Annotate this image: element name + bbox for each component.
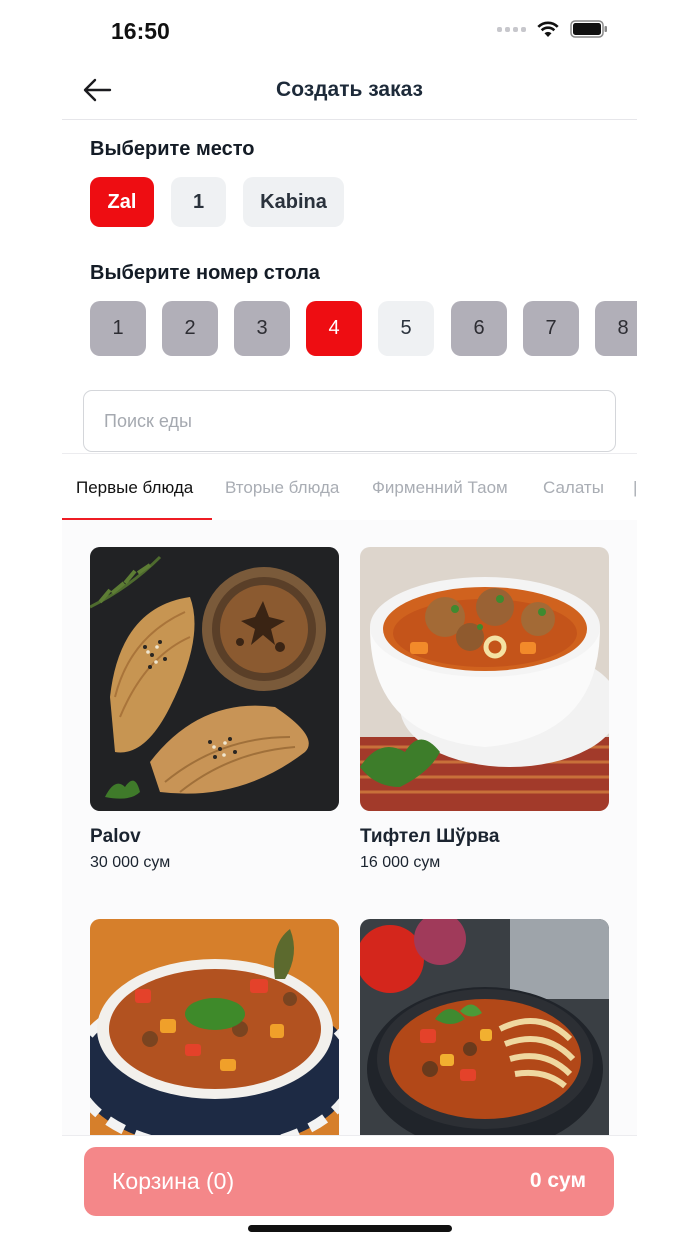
category-tabs: Первые блюда Вторые блюда Фирменний Таом…: [62, 453, 637, 520]
cart-total: 0 сум: [529, 1169, 586, 1192]
table-chip-2[interactable]: 2: [162, 301, 218, 356]
menu-grid: Palov 30 000 сум Тифтел Шўрва 16 000 сум: [62, 520, 637, 1135]
menu-item-palov-name[interactable]: Palov: [90, 826, 141, 848]
search-input[interactable]: [83, 390, 616, 452]
status-time: 16:50: [111, 18, 170, 44]
menu-item-palov-image[interactable]: [90, 547, 339, 811]
table-section-title: Выберите номер стола: [90, 262, 320, 284]
tab-signature-dish[interactable]: Фирменний Таом: [372, 454, 508, 520]
menu-item-tiftel-shurva-name[interactable]: Тифтел Шўрва: [360, 826, 499, 848]
place-chip-zal[interactable]: Zal: [90, 177, 154, 227]
menu-item-4-image[interactable]: [360, 919, 609, 1135]
tab-first-courses[interactable]: Первые блюда: [76, 454, 193, 520]
status-bar: 16:50: [0, 0, 700, 64]
table-chip-1[interactable]: 1: [90, 301, 146, 356]
battery-icon: [570, 20, 607, 38]
place-chip-kabina[interactable]: Kabina: [243, 177, 344, 227]
menu-item-3-image[interactable]: [90, 919, 339, 1135]
place-section-title: Выберите место: [90, 138, 255, 160]
home-indicator: [248, 1225, 452, 1232]
table-chip-6[interactable]: 6: [451, 301, 507, 356]
wifi-icon: [537, 21, 559, 37]
table-chip-4[interactable]: 4: [306, 301, 362, 356]
menu-item-palov-price: 30 000 сум: [90, 854, 171, 871]
page-title: Создать заказ: [276, 78, 423, 101]
tab-second-courses[interactable]: Вторые блюда: [225, 454, 339, 520]
cart-label: Корзина (0): [112, 1168, 235, 1194]
cart-button[interactable]: Корзина (0) 0 сум: [84, 1147, 614, 1216]
signal-icon: [497, 26, 526, 32]
tab-more[interactable]: |: [633, 454, 637, 520]
table-chip-5[interactable]: 5: [378, 301, 434, 356]
status-icons: [497, 20, 608, 38]
table-chip-3[interactable]: 3: [234, 301, 290, 356]
header: Создать заказ: [62, 64, 637, 120]
menu-item-tiftel-shurva-image[interactable]: [360, 547, 609, 811]
table-chip-8[interactable]: 8: [595, 301, 637, 356]
tab-salads[interactable]: Салаты: [543, 454, 604, 520]
place-chip-1[interactable]: 1: [171, 177, 226, 227]
table-number-list: 1 2 3 4 5 6 7 8: [62, 296, 637, 362]
menu-item-tiftel-shurva-price: 16 000 сум: [360, 854, 441, 871]
table-chip-7[interactable]: 7: [523, 301, 579, 356]
